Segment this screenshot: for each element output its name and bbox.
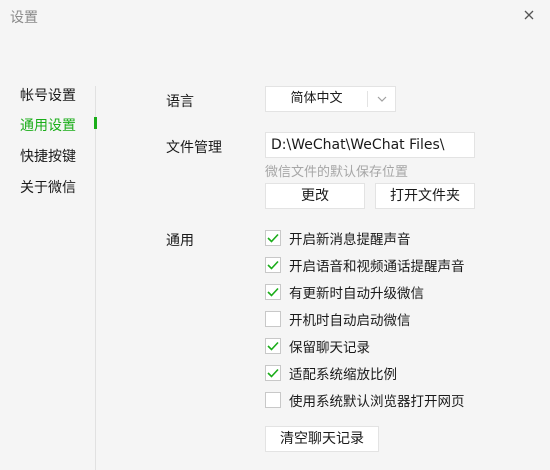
checkbox[interactable] — [265, 284, 281, 300]
sidebar-divider — [95, 86, 96, 470]
checkbox-row-new-message-sound[interactable]: 开启新消息提醒声音 — [265, 229, 411, 248]
checkbox-row-call-sound[interactable]: 开启语音和视频通话提醒声音 — [265, 256, 465, 275]
close-button[interactable] — [514, 3, 544, 27]
checkbox-row-keep-chat-history[interactable]: 保留聊天记录 — [265, 337, 370, 356]
checkbox[interactable] — [265, 257, 281, 273]
language-label: 语言 — [166, 94, 194, 110]
file-path-field[interactable]: D:\WeChat\WeChat Files\ — [265, 132, 475, 158]
checkmark-icon — [267, 341, 279, 351]
checkbox-label: 开启语音和视频通话提醒声音 — [289, 259, 465, 275]
window-title: 设置 — [10, 10, 38, 26]
checkmark-icon — [267, 260, 279, 270]
checkbox[interactable] — [265, 311, 281, 327]
settings-window: 设置 帐号设置 通用设置 快捷按键 关于微信 语言 简体中文 文件管理 D:\W… — [0, 0, 550, 470]
general-label: 通用 — [166, 233, 194, 249]
select-arrow[interactable] — [368, 87, 395, 111]
sidebar-item-shortcuts[interactable]: 快捷按键 — [20, 146, 76, 166]
language-select-value: 简体中文 — [290, 91, 343, 106]
sidebar-item-general[interactable]: 通用设置 — [20, 115, 76, 135]
clear-chat-history-button[interactable]: 清空聊天记录 — [265, 426, 379, 452]
checkbox-label: 适配系统缩放比例 — [289, 367, 397, 383]
close-icon — [524, 10, 534, 20]
language-select[interactable]: 简体中文 — [265, 86, 396, 112]
checkbox-label: 开启新消息提醒声音 — [289, 232, 411, 248]
checkbox-row-launch-at-startup[interactable]: 开机时自动启动微信 — [265, 310, 411, 329]
file-path-hint: 微信文件的默认保存位置 — [265, 165, 409, 180]
checkbox[interactable] — [265, 392, 281, 408]
change-button[interactable]: 更改 — [265, 183, 365, 209]
active-tab-indicator — [94, 117, 97, 129]
checkbox[interactable] — [265, 338, 281, 354]
sidebar-item-account[interactable]: 帐号设置 — [20, 85, 76, 105]
checkmark-icon — [267, 233, 279, 243]
checkmark-icon — [267, 368, 279, 378]
file-management-label: 文件管理 — [166, 140, 222, 156]
open-folder-button[interactable]: 打开文件夹 — [375, 183, 475, 209]
chevron-down-icon — [377, 96, 386, 102]
checkbox-row-system-scaling[interactable]: 适配系统缩放比例 — [265, 364, 397, 383]
checkbox-label: 开机时自动启动微信 — [289, 313, 411, 329]
checkbox[interactable] — [265, 365, 281, 381]
checkbox-row-auto-update[interactable]: 有更新时自动升级微信 — [265, 283, 424, 302]
checkbox-label: 使用系统默认浏览器打开网页 — [289, 394, 465, 410]
checkbox-label: 保留聊天记录 — [289, 340, 370, 356]
checkbox-row-default-browser[interactable]: 使用系统默认浏览器打开网页 — [265, 391, 465, 410]
sidebar: 帐号设置 通用设置 快捷按键 关于微信 — [0, 78, 96, 470]
checkbox[interactable] — [265, 230, 281, 246]
checkmark-icon — [267, 287, 279, 297]
checkbox-label: 有更新时自动升级微信 — [289, 286, 424, 302]
sidebar-item-about[interactable]: 关于微信 — [20, 177, 76, 197]
